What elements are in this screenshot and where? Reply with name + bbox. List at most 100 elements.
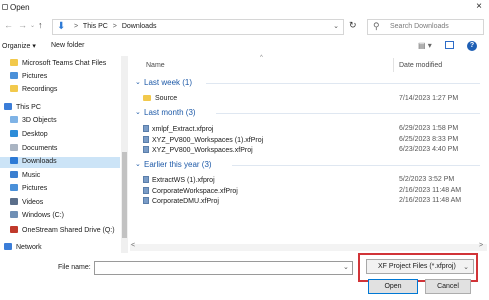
file-name-label: File name:	[58, 264, 91, 271]
table-row[interactable]: ExtractWS (1).xfproj	[143, 176, 215, 184]
desktop-icon	[10, 130, 18, 137]
close-icon[interactable]: ×	[476, 1, 482, 12]
table-row[interactable]: Source	[143, 95, 177, 102]
breadcrumb-downloads[interactable]: Downloads	[122, 23, 157, 30]
title-bar: Open ×	[0, 0, 489, 16]
open-button[interactable]: Open	[368, 279, 418, 294]
computer-icon	[4, 103, 12, 110]
sidebar-item[interactable]: Music	[10, 171, 40, 182]
up-arrow-icon[interactable]: ↑	[38, 20, 43, 30]
column-divider[interactable]	[393, 58, 394, 72]
sidebar-item[interactable]: Documents	[10, 144, 57, 155]
file-type-filter-select[interactable]: XF Project Files (*.xfproj) ⌄	[366, 259, 474, 274]
refresh-icon[interactable]: ↻	[349, 20, 357, 31]
sidebar-item[interactable]: Videos	[10, 198, 43, 209]
file-date-modified: 2/16/2023 11:48 AM	[399, 186, 462, 194]
sidebar-item[interactable]: Pictures	[10, 72, 47, 83]
column-header-date-modified[interactable]: Date modified	[399, 62, 442, 69]
download-icon	[10, 157, 18, 164]
sidebar-item-label: OneStream Shared Drive (Q:)	[22, 227, 115, 234]
sidebar-item[interactable]: This PC	[4, 103, 41, 114]
table-row[interactable]: XYZ_PV800_Workspaces (1).xfProj	[143, 135, 263, 144]
sidebar-item-label: Documents	[22, 145, 58, 152]
navigation-scrollbar-thumb[interactable]	[122, 152, 127, 238]
cancel-button[interactable]: Cancel	[425, 279, 471, 294]
change-view-icon[interactable]: ▤ ▾	[418, 41, 432, 50]
file-date-modified: 2/16/2023 11:48 AM	[399, 197, 462, 204]
address-dropdown-chevron-icon[interactable]: ⌄	[333, 22, 339, 30]
scroll-left-icon[interactable]: <	[131, 242, 135, 249]
table-row[interactable]: xmlpf_Extract.xfproj	[143, 125, 213, 133]
file-name-dropdown-chevron-icon[interactable]: ⌄	[343, 263, 349, 271]
file-name: Source	[155, 95, 178, 102]
file-name: ExtractWS (1).xfproj	[152, 177, 215, 184]
group-collapse-chevron-icon[interactable]: ⌄	[135, 108, 141, 116]
breadcrumb-this-pc[interactable]: This PC	[83, 23, 108, 30]
sidebar-item-label: Pictures	[22, 185, 48, 192]
preview-pane-icon[interactable]	[445, 41, 454, 49]
project-file-icon	[143, 176, 149, 183]
group-header[interactable]: Earlier this year (3)	[144, 160, 212, 169]
sidebar-item-label: Microsoft Teams Chat Files	[22, 60, 107, 67]
sidebar-item[interactable]: Network	[4, 243, 42, 253]
navigation-pane: Microsoft Teams Chat Files Pictures Record…	[0, 56, 130, 253]
sidebar-item-label: Network	[16, 244, 42, 251]
sidebar-item[interactable]: Pictures	[10, 184, 47, 195]
music-icon	[10, 171, 18, 178]
table-row[interactable]: CorporateWorkspace.xfProj	[143, 186, 238, 195]
sidebar-item[interactable]: Recordings	[10, 85, 57, 96]
organize-button[interactable]: Organize ▾	[2, 42, 36, 50]
search-placeholder: Search Downloads	[390, 23, 449, 30]
group-header[interactable]: Last week (1)	[144, 78, 192, 87]
sidebar-item[interactable]: OneStream Shared Drive (Q:)	[10, 226, 115, 237]
pictures-icon	[10, 184, 18, 191]
file-name: xmlpf_Extract.xfproj	[152, 126, 214, 133]
recent-locations-chevron-icon[interactable]: ⌄	[30, 22, 35, 29]
command-bar: Organize ▾ New folder ▤ ▾ ?	[0, 40, 489, 54]
table-row[interactable]: CorporateDMU.xfProj	[143, 197, 219, 205]
sidebar-item[interactable]: Windows (C:)	[10, 211, 64, 222]
horizontal-scrollbar[interactable]	[130, 244, 487, 251]
network-icon	[4, 243, 12, 250]
file-name-input[interactable]	[94, 261, 353, 275]
sidebar-item[interactable]: Downloads	[0, 157, 120, 168]
group-collapse-chevron-icon[interactable]: ⌄	[135, 78, 141, 86]
folder-icon	[10, 59, 18, 66]
window-icon	[2, 4, 8, 10]
folder-icon	[10, 85, 18, 92]
new-folder-button[interactable]: New folder	[51, 42, 84, 49]
file-date-modified: 7/14/2023 1:27 PM	[399, 95, 459, 102]
address-bar[interactable]: ⬇ > This PC > Downloads ⌄	[52, 19, 344, 35]
file-date-modified: 6/29/2023 1:58 PM	[399, 125, 459, 132]
table-row[interactable]: XYZ_PV800_Workspaces.xfProj	[143, 146, 253, 154]
search-input[interactable]: ⚲ Search Downloads	[367, 19, 484, 35]
sidebar-item-label: Recordings	[22, 86, 58, 93]
file-name: CorporateDMU.xfProj	[152, 198, 219, 205]
documents-icon	[10, 144, 18, 151]
group-divider-line	[232, 165, 480, 166]
project-file-icon	[143, 186, 149, 194]
group-collapse-chevron-icon[interactable]: ⌄	[135, 160, 141, 168]
column-header-name[interactable]: Name	[146, 62, 165, 69]
breadcrumb-separator: >	[112, 23, 117, 30]
file-type-filter-value: XF Project Files (*.xfproj)	[378, 263, 456, 270]
help-icon[interactable]: ?	[467, 41, 477, 51]
pictures-icon	[10, 72, 18, 79]
sidebar-item[interactable]: Microsoft Teams Chat Files	[10, 59, 106, 70]
sidebar-item-label: Downloads	[22, 158, 57, 165]
scroll-right-icon[interactable]: >	[479, 242, 483, 249]
sidebar-item-label: Desktop	[22, 131, 48, 138]
cube-icon	[10, 116, 18, 123]
search-icon: ⚲	[373, 21, 380, 31]
drive-icon	[10, 211, 18, 218]
sidebar-item[interactable]: Desktop	[10, 130, 48, 141]
window-title: Open	[10, 3, 30, 12]
back-arrow-icon[interactable]: ←	[4, 20, 13, 30]
sidebar-item[interactable]: 3D Objects	[10, 116, 57, 127]
sort-arrow-icon: ^	[260, 55, 263, 61]
sidebar-item-label: Pictures	[22, 73, 48, 80]
group-header[interactable]: Last month (3)	[144, 108, 196, 117]
project-file-icon	[143, 146, 149, 153]
sidebar-item-label: Videos	[22, 199, 44, 206]
forward-arrow-icon[interactable]: →	[18, 20, 27, 30]
